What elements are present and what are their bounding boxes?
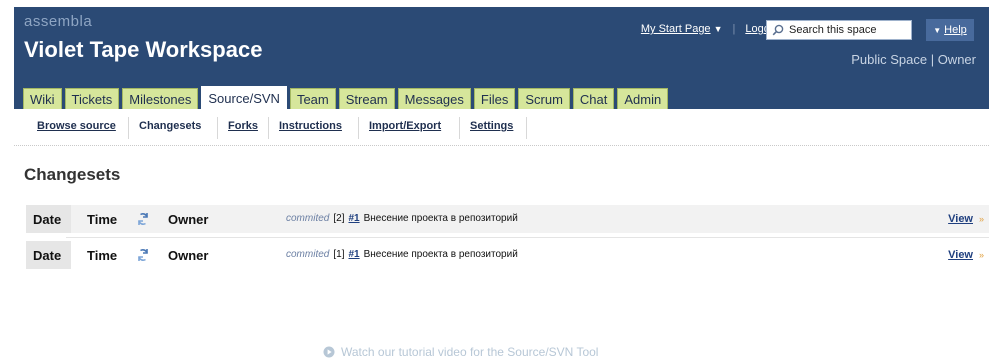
commit-message: Внесение проекта в репозиторий: [363, 249, 518, 260]
dropdown-arrow-icon[interactable]: ▼: [714, 24, 723, 34]
subnav-changesets[interactable]: Changesets: [139, 120, 201, 132]
changeset-row: Date Time Owner commited [1] #1 Внесение…: [26, 241, 989, 269]
tab-team[interactable]: Team: [289, 88, 336, 109]
view-arrow-icon: »: [978, 250, 984, 260]
search-input[interactable]: [789, 24, 899, 36]
tab-files[interactable]: Files: [473, 88, 516, 109]
dropdown-arrow-icon: ▼: [933, 25, 942, 35]
tab-chat[interactable]: Chat: [572, 88, 615, 109]
top-links: My Start Page ▼ | Logout: [641, 23, 779, 35]
tutorial-label: Watch our tutorial video for the Source/…: [341, 345, 599, 359]
tab-scrum[interactable]: Scrum: [518, 88, 570, 109]
changeset-commit: commited [1] #1 Внесение проекта в репоз…: [286, 249, 518, 260]
help-label: Help: [944, 24, 967, 36]
view-link[interactable]: View: [948, 213, 973, 225]
subnav-instructions[interactable]: Instructions: [279, 120, 342, 132]
ticket-link[interactable]: #1: [348, 213, 359, 224]
changeset-owner: Owner: [168, 248, 209, 263]
tab-milestones[interactable]: Milestones: [122, 88, 199, 109]
view-link[interactable]: View: [948, 249, 973, 261]
workspace-title[interactable]: Violet Tape Workspace: [24, 37, 262, 63]
commit-message: Внесение проекта в репозиторий: [363, 213, 518, 224]
ticket-link[interactable]: #1: [348, 249, 359, 260]
tab-messages[interactable]: Messages: [397, 88, 471, 109]
tutorial-link[interactable]: Watch our tutorial video for the Source/…: [323, 345, 598, 359]
subnav-forks[interactable]: Forks: [228, 120, 258, 132]
commit-verb: commited: [286, 249, 330, 260]
subnav-settings[interactable]: Settings: [470, 120, 513, 132]
row-divider: [66, 237, 989, 238]
subnav-browse-source[interactable]: Browse source: [37, 120, 116, 132]
subnav-divider: [459, 117, 460, 139]
view-arrow-icon: »: [978, 214, 984, 224]
sub-navigation: Browse source Changesets Forks Instructions…: [14, 109, 989, 146]
commit-revision: [2]: [333, 213, 345, 224]
tab-stream[interactable]: Stream: [338, 88, 395, 109]
subnav-divider: [128, 117, 129, 139]
search-box[interactable]: [766, 20, 912, 40]
subnav-import-export[interactable]: Import/Export: [369, 120, 441, 132]
commit-verb: commited: [286, 213, 330, 224]
changeset-commit: commited [2] #1 Внесение проекта в репоз…: [286, 213, 518, 224]
my-start-page-link[interactable]: My Start Page: [641, 23, 711, 35]
changeset-body: [71, 205, 989, 233]
sync-icon: [136, 211, 150, 230]
play-icon: [323, 346, 335, 358]
subnav-divider: [217, 117, 218, 139]
changeset-owner: Owner: [168, 212, 209, 227]
tab-wiki[interactable]: Wiki: [23, 88, 62, 109]
changeset-date: Date: [26, 205, 71, 233]
changeset-date: Date: [26, 241, 71, 269]
changeset-time: Time: [87, 212, 118, 227]
tab-tickets[interactable]: Tickets: [64, 88, 120, 109]
subnav-divider: [268, 117, 269, 139]
search-icon: [772, 24, 784, 36]
changeset-row: Date Time Owner commited [2] #1 Внесение…: [26, 205, 989, 233]
link-separator: |: [732, 23, 736, 35]
tool-tabs: Wiki Tickets Milestones Source/SVN Team Strea…: [23, 86, 671, 109]
help-button[interactable]: ▼ Help: [926, 19, 974, 41]
tab-source-svn[interactable]: Source/SVN: [201, 86, 287, 109]
changeset-body: [71, 241, 989, 269]
page-title: Changesets: [24, 165, 121, 184]
space-status: Public Space | Owner: [851, 52, 976, 67]
subnav-divider: [526, 117, 527, 139]
subnav-divider: [358, 117, 359, 139]
header-bar: assembla Violet Tape Workspace My Start …: [14, 7, 989, 109]
changeset-time: Time: [87, 248, 118, 263]
brand-logo[interactable]: assembla: [24, 13, 92, 30]
tab-admin[interactable]: Admin: [617, 88, 669, 109]
commit-revision: [1]: [333, 249, 345, 260]
sync-icon: [136, 247, 150, 266]
